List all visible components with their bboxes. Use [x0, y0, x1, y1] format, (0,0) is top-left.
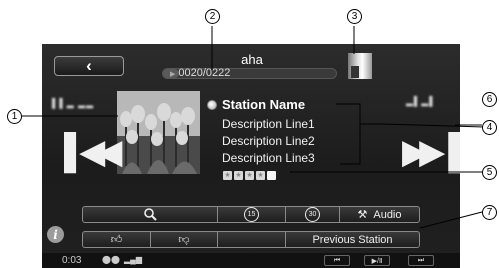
skip-back-button[interactable]: ▌◀◀ — [64, 133, 122, 171]
description-line-3: Description Line3 — [222, 151, 315, 165]
rating-star-icon — [267, 171, 276, 180]
bluetooth-status-icon: ⬤⬤ — [102, 255, 120, 264]
previous-station-button[interactable]: Previous Station — [286, 232, 419, 247]
info-icon: i — [53, 227, 58, 242]
rating-star-icon: ★ — [256, 171, 265, 180]
info-button[interactable]: i — [47, 226, 64, 243]
description-line-1: Description Line1 — [222, 117, 315, 131]
play-indicator-icon: ▶ — [170, 71, 176, 78]
audio-button[interactable]: ⚒ Audio — [340, 207, 419, 222]
callout-4: 4 — [482, 120, 497, 135]
rating-star-icon: ★ — [234, 171, 243, 180]
top-toolbar: 15 30 ⚒ Audio — [82, 206, 420, 223]
app-logo — [348, 53, 372, 79]
chevron-left-icon: ‹ — [86, 56, 92, 75]
head-unit-screen: ‹ aha ▶ 0020/0222 ▌▌▂ ▂▂ ▂▌▂▌ ▌◀◀ ▶▶▐ St… — [42, 44, 460, 268]
back-button[interactable]: ‹ — [54, 56, 124, 76]
station-indicator-icon — [207, 99, 217, 110]
wrench-icon: ⚒ — [357, 209, 368, 221]
callout-3: 3 — [347, 9, 362, 24]
signal-strength-icon: ▂▄▆ — [124, 255, 142, 264]
time-position: ▶ 0020/0222 — [170, 67, 230, 79]
previous-station-label: Previous Station — [312, 233, 393, 246]
tulips-image — [117, 91, 200, 174]
callout-7: 7 — [482, 205, 497, 220]
skip-forward-icon: ▶▶▐ — [402, 133, 460, 171]
thumbs-up-icon: 👍︎ — [110, 234, 123, 246]
rewind-15-button[interactable]: 15 — [218, 207, 286, 222]
forward-30-button[interactable]: 30 — [286, 207, 340, 222]
mini-next-button[interactable]: ⏭ — [408, 255, 434, 266]
search-icon — [143, 208, 157, 221]
callout-2: 2 — [205, 9, 220, 24]
blank-button[interactable] — [218, 232, 286, 247]
like-button[interactable]: 👍︎ — [83, 232, 151, 247]
status-bar: 0:03 ⬤⬤ ▂▄▆ — [42, 253, 460, 268]
bottom-toolbar: 👍︎ 👎︎ Previous Station — [82, 231, 420, 248]
rewind-15-icon: 15 — [244, 207, 259, 222]
mini-prev-button[interactable]: ⏮ — [324, 255, 350, 266]
source-caption: ▌▌▂ ▂▂ — [52, 98, 95, 108]
skip-forward-button[interactable]: ▶▶▐ — [402, 133, 460, 171]
forward-30-icon: 30 — [305, 207, 320, 222]
provider-caption: ▂▌▂▌ — [406, 96, 437, 106]
skip-back-icon: ▌◀◀ — [64, 133, 122, 171]
rating-stars: ★ ★ ★ ★ — [223, 171, 276, 180]
mini-prev-icon: ⏮ — [333, 256, 341, 264]
station-name: Station Name — [222, 97, 306, 112]
rating-star-icon: ★ — [223, 171, 232, 180]
callout-5: 5 — [482, 165, 497, 180]
time-position-text: 0020/0222 — [178, 67, 231, 79]
mini-next-icon: ⏭ — [417, 256, 425, 264]
dislike-button[interactable]: 👎︎ — [151, 232, 218, 247]
thumbs-down-icon: 👎︎ — [178, 234, 190, 246]
description-line-2: Description Line2 — [222, 134, 315, 148]
app-title: aha — [241, 52, 263, 67]
callout-6: 6 — [482, 92, 497, 107]
mini-play-pause-button[interactable]: ▶/Ⅱ — [364, 255, 390, 266]
callout-1: 1 — [7, 109, 22, 124]
elapsed-time: 0:03 — [62, 255, 82, 266]
station-name-row: Station Name — [207, 97, 305, 112]
search-button[interactable] — [83, 207, 218, 222]
album-art — [117, 91, 200, 174]
audio-label: Audio — [373, 208, 402, 221]
rating-star-icon: ★ — [245, 171, 254, 180]
mini-play-pause-icon: ▶/Ⅱ — [371, 257, 383, 265]
